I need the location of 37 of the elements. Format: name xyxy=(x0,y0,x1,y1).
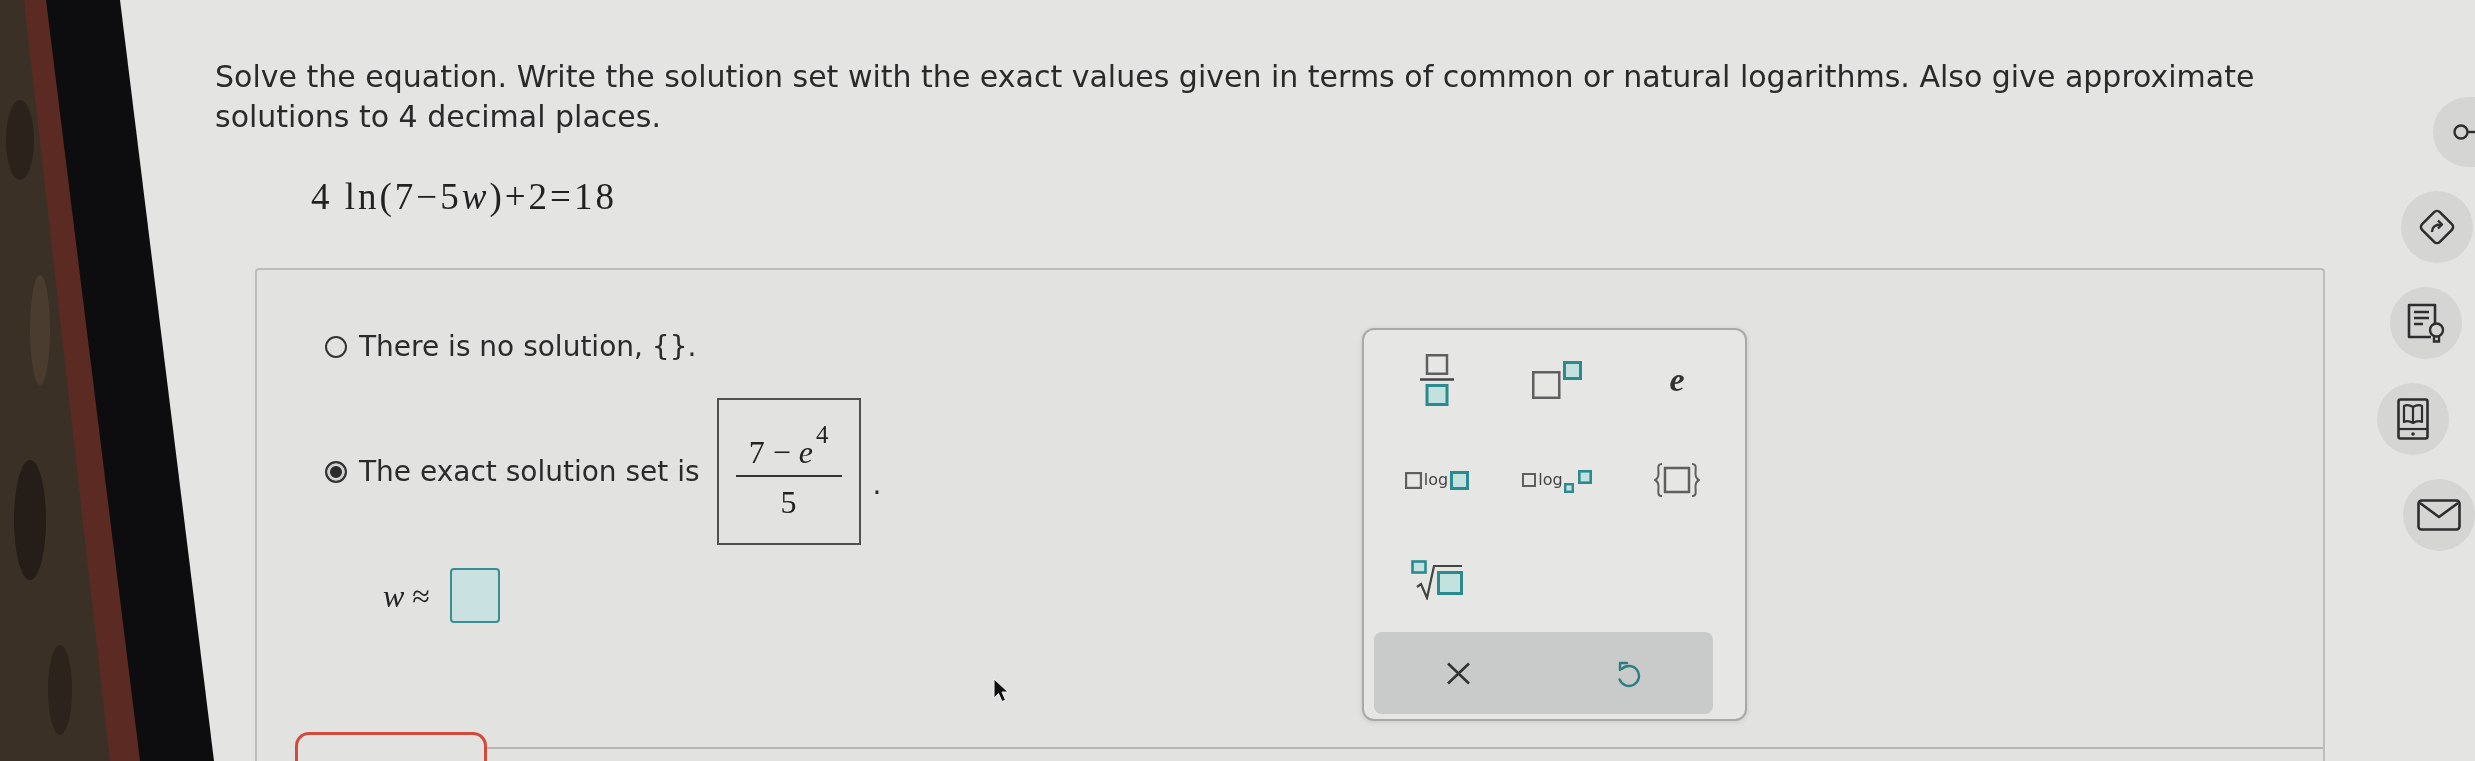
outline-square-icon xyxy=(1404,471,1422,489)
braces-key[interactable] xyxy=(1651,460,1703,500)
root-template-icon xyxy=(1411,560,1463,600)
period-text: . xyxy=(872,469,882,500)
exponent-template-icon xyxy=(1532,361,1582,399)
e-key[interactable]: e xyxy=(1663,361,1691,399)
fraction-denominator: 5 xyxy=(780,484,797,521)
ebook-reader-icon xyxy=(2397,398,2429,440)
outlined-button[interactable] xyxy=(295,732,487,761)
document-lightbulb-icon xyxy=(2407,303,2445,343)
instructions-text: Solve the equation. Write the solution set with the exact values given in terms of common or natural logarithms. Also give approximate solutions to 4 decimal places. xyxy=(215,58,2256,136)
toolbar-button[interactable] xyxy=(2433,97,2475,167)
braces-template-icon xyxy=(1654,463,1700,497)
shaded-square-icon xyxy=(1450,470,1470,490)
log-key[interactable]: log xyxy=(1401,467,1473,493)
outline-square-icon xyxy=(1522,473,1537,487)
log-base-key[interactable]: log xyxy=(1519,464,1595,496)
option-label: There is no solution, {}. xyxy=(359,329,697,365)
mail-icon xyxy=(2417,499,2461,531)
fraction-key[interactable] xyxy=(1417,351,1457,409)
exponent-key[interactable] xyxy=(1529,358,1585,402)
fraction-template-icon xyxy=(1420,354,1454,406)
small-shaded-square-icon xyxy=(1563,482,1574,493)
option-label: The exact solution set is xyxy=(359,453,700,490)
input-field[interactable] xyxy=(449,568,500,623)
mouse-pointer-icon xyxy=(993,678,1009,704)
answer-box[interactable]: 7 − e$^{4}$ 5 xyxy=(716,398,861,545)
approximation-label: w ≈ xyxy=(383,576,430,616)
close-icon xyxy=(1446,661,1472,685)
fraction-numerator: 7 − e$^{4}$ xyxy=(748,422,829,470)
equation-text: 4 ln(7−5w)+2=18 xyxy=(311,176,617,218)
radio-button[interactable] xyxy=(325,460,347,483)
nth-root-key[interactable] xyxy=(1408,557,1466,603)
diamond-arrow-icon xyxy=(2418,208,2456,246)
radio-button[interactable] xyxy=(325,336,347,358)
shaded-square-icon xyxy=(1577,469,1592,484)
key-icon xyxy=(2453,124,2475,140)
